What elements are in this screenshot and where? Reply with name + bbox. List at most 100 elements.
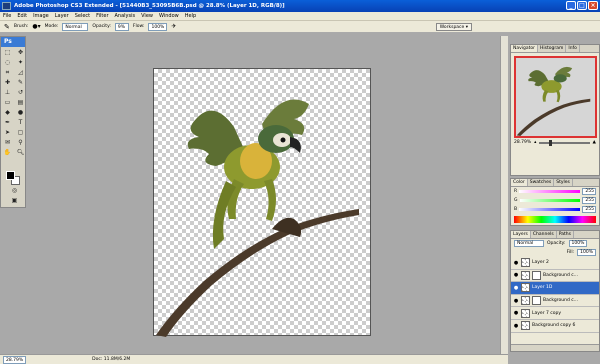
magic-wand-tool-icon[interactable]: ✦ [15,59,26,67]
healing-brush-tool-icon[interactable]: ✚ [2,79,13,87]
history-brush-tool-icon[interactable]: ↺ [15,89,26,97]
lasso-tool-icon[interactable]: ◌ [2,59,13,67]
eyedropper-tool-icon[interactable]: ⚲ [15,139,26,147]
navigator-panel: Navigator Histogram Info 28.79% ▴ ▲ [510,44,600,176]
eye-icon[interactable]: ● [513,285,519,291]
mode-select[interactable]: Normal [62,22,89,31]
document-scrollbar[interactable] [500,36,508,354]
color-spectrum-bar[interactable] [514,216,596,223]
flow-label: Flow: [132,24,145,29]
zoom-out-icon[interactable]: ▴ [534,140,536,145]
title-bar: Adobe Photoshop CS3 Extended - [51440B3_… [0,0,600,12]
workspace-button[interactable]: Workspace ▾ [435,22,472,31]
menu-edit[interactable]: Edit [17,13,27,19]
menu-view[interactable]: View [141,13,153,19]
navigator-zoom-slider[interactable] [539,139,590,146]
close-button[interactable]: × [588,1,598,10]
eye-icon[interactable]: ● [513,298,519,304]
layer-row[interactable]: ● Background copy 6 [511,319,599,333]
layer-mask-thumbnail[interactable] [532,296,541,306]
color-value-r[interactable]: 255 [582,188,596,195]
hand-tool-icon[interactable]: ✋ [2,149,13,157]
pen-tool-icon[interactable]: ✒ [2,119,13,127]
tab-info[interactable]: Info [566,45,580,52]
tab-channels[interactable]: Channels [531,231,557,238]
color-slider-g[interactable] [519,199,580,202]
zoom-tool-icon[interactable]: 🔍︎ [15,149,26,157]
layer-fill-label: Fill: [566,250,575,255]
layer-name[interactable]: Background copy 6 [532,323,575,328]
layers-panel: Layers Channels Paths Normal Opacity: 10… [510,230,600,352]
eye-icon[interactable]: ● [513,272,519,278]
blend-mode-select[interactable]: Normal [514,240,544,247]
gradient-tool-icon[interactable]: ▤ [15,99,26,107]
brush-tool-icon[interactable]: ✎ [4,23,10,31]
clone-stamp-tool-icon[interactable]: ⊥ [2,89,13,97]
color-row-r: R 255 [511,187,599,196]
minimize-button[interactable]: _ [566,1,576,10]
layer-mask-thumbnail[interactable] [532,270,541,280]
menu-filter[interactable]: Filter [96,13,108,19]
menu-image[interactable]: Image [33,13,49,19]
layer-row[interactable]: ● Background c... [511,269,599,283]
layer-name[interactable]: Layer 1D [532,285,552,290]
menu-select[interactable]: Select [75,13,90,19]
crop-tool-icon[interactable]: ⌗ [2,69,13,77]
dodge-tool-icon[interactable]: ● [15,109,26,117]
screen-mode-icon[interactable]: ▣ [9,197,20,205]
navigator-preview[interactable] [514,56,597,138]
flow-field[interactable]: 100% [148,22,168,31]
path-selection-tool-icon[interactable]: ➤ [2,129,13,137]
tab-swatches[interactable]: Swatches [528,179,555,186]
layer-name[interactable]: Layer 7 copy [532,311,561,316]
color-value-g[interactable]: 255 [582,197,596,204]
tab-histogram[interactable]: Histogram [538,45,567,52]
layer-name[interactable]: Background c... [543,298,578,303]
window-title: Adobe Photoshop CS3 Extended - [51440B3_… [14,3,285,9]
foreground-color-swatch[interactable] [6,171,15,180]
blur-tool-icon[interactable]: ◆ [2,109,13,117]
zoom-in-icon[interactable]: ▲ [593,140,596,145]
eye-icon[interactable]: ● [513,260,519,266]
menu-analysis[interactable]: Analysis [115,13,136,19]
tab-color[interactable]: Color [511,179,528,186]
layer-name[interactable]: Layer 2 [532,260,549,265]
color-value-b[interactable]: 255 [582,206,596,213]
tab-navigator[interactable]: Navigator [511,45,539,52]
navigator-zoom-value[interactable]: 28.79% [514,140,531,145]
layer-opacity-field[interactable]: 100% [568,240,588,247]
move-tool-icon[interactable]: ✥ [15,49,26,57]
marquee-tool-icon[interactable]: ⬚ [2,49,13,57]
shape-tool-icon[interactable]: ▢ [15,129,26,137]
layer-row-selected[interactable]: ● Layer 1D [511,282,599,295]
dragon-parrot-image [156,99,359,337]
layer-row[interactable]: ● Background c... [511,294,599,308]
quick-mask-icon[interactable]: ◎ [9,187,20,195]
slice-tool-icon[interactable]: ◿ [15,69,26,77]
eraser-tool-icon[interactable]: ▭ [2,99,13,107]
airbrush-icon[interactable]: ✈ [171,23,176,30]
menu-file[interactable]: File [3,13,11,19]
menu-window[interactable]: Window [159,13,179,19]
layer-name[interactable]: Background c... [543,273,578,278]
opacity-field[interactable]: 9% [114,22,129,31]
menu-help[interactable]: Help [185,13,196,19]
eye-icon[interactable]: ● [513,310,519,316]
brush-preset-picker[interactable]: ●▾ [32,23,40,30]
layer-row[interactable]: ● Layer 7 copy [511,307,599,320]
maximize-button[interactable]: □ [577,1,587,10]
color-slider-b[interactable] [519,208,580,211]
tab-paths[interactable]: Paths [557,231,574,238]
layer-row[interactable]: ● Layer 2 [511,257,599,270]
menu-layer[interactable]: Layer [55,13,69,19]
eye-icon[interactable]: ● [513,323,519,329]
color-slider-r[interactable] [519,190,580,193]
status-zoom[interactable]: 28.79% [3,355,27,364]
layer-fill-field[interactable]: 100% [577,249,596,256]
notes-tool-icon[interactable]: ✉ [2,139,13,147]
tab-layers[interactable]: Layers [511,231,531,238]
type-tool-icon[interactable]: T [15,119,26,127]
brush-tool-icon[interactable]: ✎ [15,79,26,87]
tab-styles[interactable]: Styles [554,179,573,186]
document-canvas[interactable] [153,68,371,337]
